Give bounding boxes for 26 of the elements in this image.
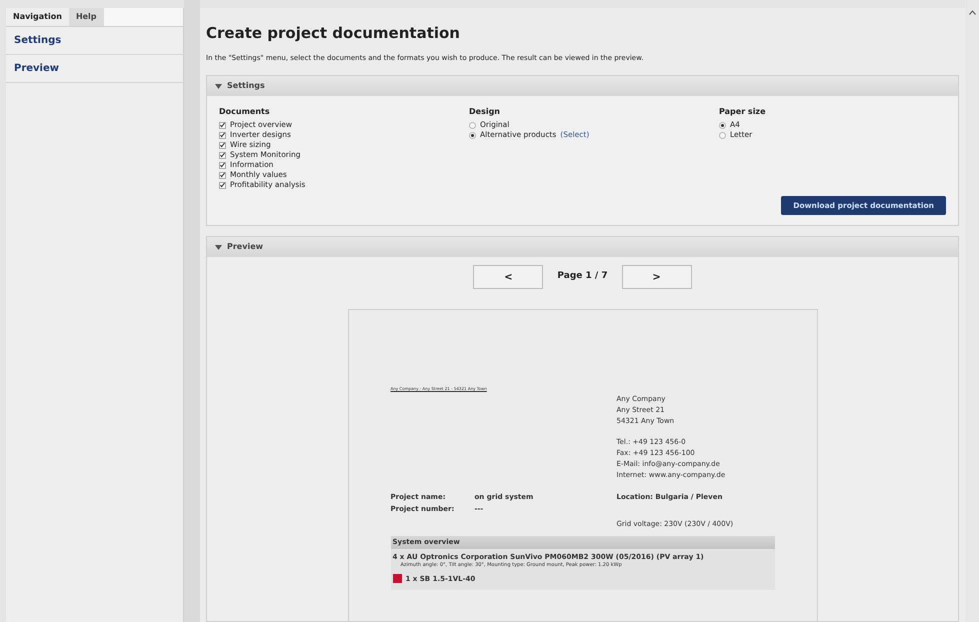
previous-page-button[interactable]: < <box>473 265 544 289</box>
checkbox[interactable] <box>219 132 226 138</box>
page-indicator: Page 1 / 7 <box>557 270 608 284</box>
checkbox[interactable] <box>219 172 226 178</box>
settings-header[interactable]: Settings <box>207 76 958 96</box>
checkbox[interactable] <box>219 162 226 168</box>
column-heading: Documents <box>219 106 271 118</box>
radio-button[interactable] <box>719 122 726 128</box>
radio-button[interactable] <box>469 122 476 128</box>
checkbox[interactable] <box>219 122 226 128</box>
column-heading: Paper size <box>719 106 767 118</box>
scroll-up-icon[interactable] <box>968 10 976 15</box>
next-page-button[interactable]: > <box>622 265 692 289</box>
checkbox[interactable] <box>219 142 226 148</box>
radio-button[interactable] <box>719 132 726 138</box>
sidebar-tab[interactable]: Navigation <box>6 8 69 26</box>
sidebar-tab[interactable]: Help <box>68 8 104 26</box>
caret-icon <box>215 84 222 88</box>
caret-icon <box>215 244 222 250</box>
preview-header[interactable]: Preview <box>207 237 958 257</box>
checkbox[interactable] <box>219 182 226 188</box>
page-title: Create project documentation <box>206 23 461 44</box>
column-heading: Design <box>469 106 501 118</box>
radio-button[interactable] <box>469 132 476 138</box>
checkbox[interactable] <box>219 152 226 158</box>
inverter-icon <box>392 574 402 584</box>
